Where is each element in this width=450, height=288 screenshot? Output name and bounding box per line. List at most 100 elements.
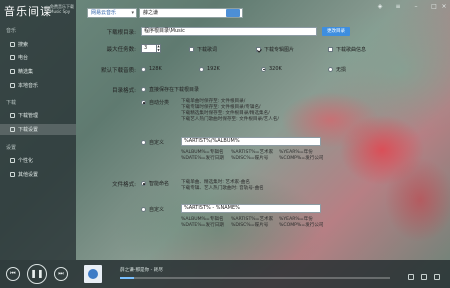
gear-icon — [10, 172, 15, 177]
search-button[interactable] — [226, 9, 240, 17]
file-smart-notes: 下载单曲、精选集时: 艺术家-曲名 下载专辑、艺人热门歌曲时: 音轨号-曲名 — [181, 180, 264, 192]
download-settings-icon — [10, 127, 15, 132]
download-dir-field[interactable]: 程序根目录\Music — [141, 27, 317, 36]
quality-radio-128k[interactable]: 128K — [141, 66, 162, 72]
pause-icon[interactable]: ❚❚ — [27, 264, 47, 284]
dir-variables-legend: %ALBUM%=专辑名 %ARTIST%=艺术家 %YEAR%=年份 %DATE%=… — [181, 150, 324, 162]
file-variables-legend: %ALBUM%=专辑名 %ARTIST%=艺术家 %YEAR%=年份 %DATE%=… — [181, 217, 324, 229]
sidebar-section-settings: 设置 — [6, 145, 17, 151]
checkbox-label: 下载歌词 — [197, 47, 218, 53]
player-bar: ⏮ ❚❚ ⏭ 薛之谦-那是你 - 耗尽 — [0, 260, 450, 288]
file-note-line: 下载专辑、艺人热门歌曲时: 音轨号-曲名 — [181, 186, 264, 191]
max-tasks-value: 3 — [144, 45, 148, 51]
skin-icon[interactable]: ◈ — [376, 3, 384, 11]
radio-button — [261, 66, 266, 72]
menu-icon[interactable]: ≡ — [394, 3, 402, 11]
checkbox-box — [189, 47, 194, 52]
dir-format-label: 目录格式: — [112, 88, 136, 94]
playlist-queue-icon[interactable] — [421, 274, 427, 280]
radio-label: 192K — [207, 66, 220, 72]
radio-label: 自定义 — [149, 140, 165, 146]
now-playing-text: 薛之谦-那是你 - 耗尽 — [120, 268, 163, 273]
album-art — [84, 265, 102, 283]
close-icon[interactable]: × — [440, 3, 448, 11]
radio-button — [141, 87, 146, 92]
file-option-smart[interactable]: 智能命名 — [141, 180, 169, 187]
search-icon — [10, 42, 15, 47]
dir-option-auto[interactable]: 自动分类 — [141, 99, 169, 106]
sidebar-item-label: 下载设置 — [18, 127, 39, 133]
radio-button — [199, 66, 204, 72]
download-song-info-checkbox[interactable]: 下载歌曲信息 — [328, 46, 366, 53]
max-tasks-stepper[interactable]: 3 ▲ ▼ — [141, 44, 161, 53]
quality-radio-320k[interactable]: 320K — [261, 66, 282, 72]
loop-icon[interactable] — [434, 274, 440, 280]
radio-button — [141, 100, 146, 105]
sidebar-item-download-settings[interactable]: 下载设置 — [0, 124, 76, 135]
radio-label: 直接保存在下载根目录 — [149, 87, 200, 93]
sidebar-item-radio[interactable]: 电台 — [10, 52, 76, 63]
dir-custom-field[interactable]: %ARTIST%/%ALBUM% — [181, 137, 321, 146]
sidebar-item-playlists[interactable]: 精选集 — [10, 66, 76, 77]
var-label: %DATE%=发行日期 — [181, 223, 224, 228]
download-icon — [10, 113, 15, 118]
file-custom-field[interactable]: %ARTIST% - %NAME% — [181, 204, 321, 213]
change-dir-button[interactable]: 更改目录 — [322, 27, 350, 36]
checkbox-label: 下载歌曲信息 — [336, 47, 367, 53]
download-album-cover-checkbox[interactable]: 下载专辑图片 — [256, 46, 294, 53]
sidebar-item-label: 其他设置 — [18, 172, 39, 178]
var-label: %DISC%=碟片号 — [231, 223, 269, 228]
sidebar-item-label: 搜索 — [18, 42, 29, 48]
playlist-icon — [10, 69, 15, 74]
sidebar: 音乐间谍 免费音乐下载 Music Spy 音乐 搜索 电台 精选集 本地音乐 … — [0, 0, 76, 260]
sidebar-item-personalize[interactable]: 个性化 — [10, 155, 76, 166]
radio-button — [328, 67, 333, 72]
sidebar-item-other-settings[interactable]: 其他设置 — [10, 169, 76, 180]
radio-label: 自定义 — [149, 207, 165, 213]
stepper-arrows-icon[interactable]: ▲ ▼ — [156, 44, 160, 52]
sidebar-item-download-manager[interactable]: 下载管理 — [10, 110, 76, 121]
file-option-custom[interactable]: 自定义 — [141, 206, 164, 213]
maximize-icon[interactable]: □ — [430, 3, 438, 11]
playback-progress-fill — [120, 277, 134, 279]
app-logo: 音乐间谍 — [4, 5, 52, 18]
radio-label: 智能命名 — [149, 181, 170, 187]
sidebar-item-label: 精选集 — [18, 69, 34, 75]
var-label: %COMP%=发行公司 — [279, 156, 324, 161]
minimize-icon[interactable]: – — [412, 3, 420, 11]
radio-button — [141, 181, 146, 186]
radio-button — [141, 66, 146, 72]
sidebar-item-label: 下载管理 — [18, 113, 39, 119]
next-icon[interactable]: ⏭ — [54, 267, 68, 281]
radio-label: 自动分类 — [149, 100, 170, 106]
radio-button — [141, 207, 146, 212]
sidebar-item-label: 个性化 — [18, 158, 34, 164]
radio-icon — [10, 55, 15, 60]
download-lyrics-checkbox[interactable]: 下载歌词 — [189, 46, 217, 53]
file-format-label: 文件格式: — [112, 182, 136, 188]
playback-progress-bar[interactable] — [120, 277, 390, 279]
quality-radio-192k[interactable]: 192K — [199, 66, 220, 72]
chevron-down-icon: ▾ — [131, 10, 134, 16]
app-logo-subtitle: 免费音乐下载 Music Spy — [50, 4, 74, 14]
checkbox-box — [328, 47, 333, 52]
music-source-select[interactable]: 网易云音乐 ▾ — [87, 8, 137, 18]
volume-icon[interactable] — [408, 274, 414, 280]
sidebar-item-search[interactable]: 搜索 — [10, 39, 76, 50]
dir-note-line: 下载艺人热门歌曲时保存至: 文件根目录/艺人名/ — [181, 117, 279, 122]
max-tasks-label: 最大任务数: — [106, 47, 136, 53]
sidebar-item-local-music[interactable]: 本地音乐 — [10, 80, 76, 91]
radio-button — [141, 140, 146, 145]
previous-icon[interactable]: ⏮ — [6, 267, 20, 281]
quality-label: 默认下载音质: — [101, 68, 136, 74]
music-note-icon — [10, 83, 15, 88]
dir-option-root[interactable]: 直接保存在下载根目录 — [141, 86, 199, 93]
top-bar: 网易云音乐 ▾ 薛之谦 ◈ ≡ – □ × — [76, 0, 450, 26]
radio-label: 320K — [269, 66, 282, 72]
sidebar-item-label: 电台 — [18, 55, 29, 61]
checkbox-box — [256, 47, 261, 52]
dir-option-custom[interactable]: 自定义 — [141, 139, 164, 146]
quality-radio-lossless[interactable]: 无损 — [328, 66, 346, 73]
download-settings-panel: 下载根目录: 程序根目录\Music 更改目录 最大任务数: 3 ▲ ▼ 下载歌词… — [76, 26, 450, 260]
radio-label: 无损 — [336, 67, 347, 73]
